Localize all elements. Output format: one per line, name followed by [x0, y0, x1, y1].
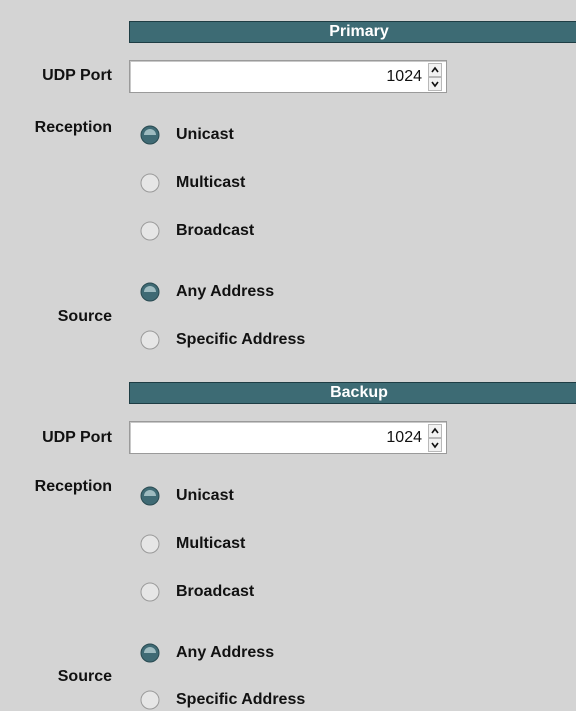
- backup-reception-broadcast[interactable]: Broadcast: [140, 581, 254, 603]
- backup-source-label: Source: [57, 668, 112, 685]
- primary-udp-port-spinner[interactable]: 1024: [129, 60, 447, 93]
- backup-udp-port-label: UDP Port: [42, 429, 112, 446]
- backup-source-specific-address[interactable]: Specific Address: [140, 689, 305, 711]
- backup-udp-port-value[interactable]: 1024: [386, 422, 422, 453]
- spin-down-icon[interactable]: [428, 438, 442, 452]
- primary-source-specific-address[interactable]: Specific Address: [140, 329, 305, 351]
- radio-unselected-icon[interactable]: [140, 582, 160, 602]
- spin-down-icon[interactable]: [428, 77, 442, 91]
- primary-source-any-address[interactable]: Any Address: [140, 281, 274, 303]
- radio-label: Broadcast: [176, 583, 255, 600]
- radio-selected-icon[interactable]: [140, 282, 160, 302]
- primary-reception-broadcast[interactable]: Broadcast: [140, 220, 254, 242]
- radio-label: Broadcast: [176, 222, 255, 239]
- primary-reception-multicast[interactable]: Multicast: [140, 172, 245, 194]
- radio-selected-icon[interactable]: [140, 643, 160, 663]
- radio-label: Multicast: [176, 174, 246, 191]
- backup-section-header: Backup: [129, 382, 576, 404]
- backup-source-any-address[interactable]: Any Address: [140, 642, 274, 664]
- spin-up-icon[interactable]: [428, 63, 442, 77]
- backup-udp-port-spinner[interactable]: 1024: [129, 421, 447, 454]
- backup-reception-multicast[interactable]: Multicast: [140, 533, 245, 555]
- radio-unselected-icon[interactable]: [140, 173, 160, 193]
- radio-unselected-icon[interactable]: [140, 221, 160, 241]
- primary-source-label: Source: [57, 308, 112, 325]
- backup-reception-label: Reception: [34, 478, 112, 495]
- radio-label: Multicast: [176, 535, 246, 552]
- radio-label: Unicast: [176, 487, 234, 504]
- radio-selected-icon[interactable]: [140, 486, 160, 506]
- radio-label: Unicast: [176, 126, 234, 143]
- radio-unselected-icon[interactable]: [140, 330, 160, 350]
- primary-section-header: Primary: [129, 21, 576, 43]
- primary-reception-unicast[interactable]: Unicast: [140, 124, 234, 146]
- radio-unselected-icon[interactable]: [140, 534, 160, 554]
- radio-label: Specific Address: [176, 331, 306, 348]
- radio-label: Specific Address: [176, 691, 306, 708]
- backup-reception-unicast[interactable]: Unicast: [140, 485, 234, 507]
- primary-udp-port-label: UDP Port: [42, 67, 112, 84]
- primary-udp-port-value[interactable]: 1024: [386, 61, 422, 92]
- radio-label: Any Address: [176, 644, 275, 661]
- radio-unselected-icon[interactable]: [140, 690, 160, 710]
- radio-label: Any Address: [176, 283, 275, 300]
- radio-selected-icon[interactable]: [140, 125, 160, 145]
- primary-reception-label: Reception: [34, 119, 112, 136]
- spin-up-icon[interactable]: [428, 424, 442, 438]
